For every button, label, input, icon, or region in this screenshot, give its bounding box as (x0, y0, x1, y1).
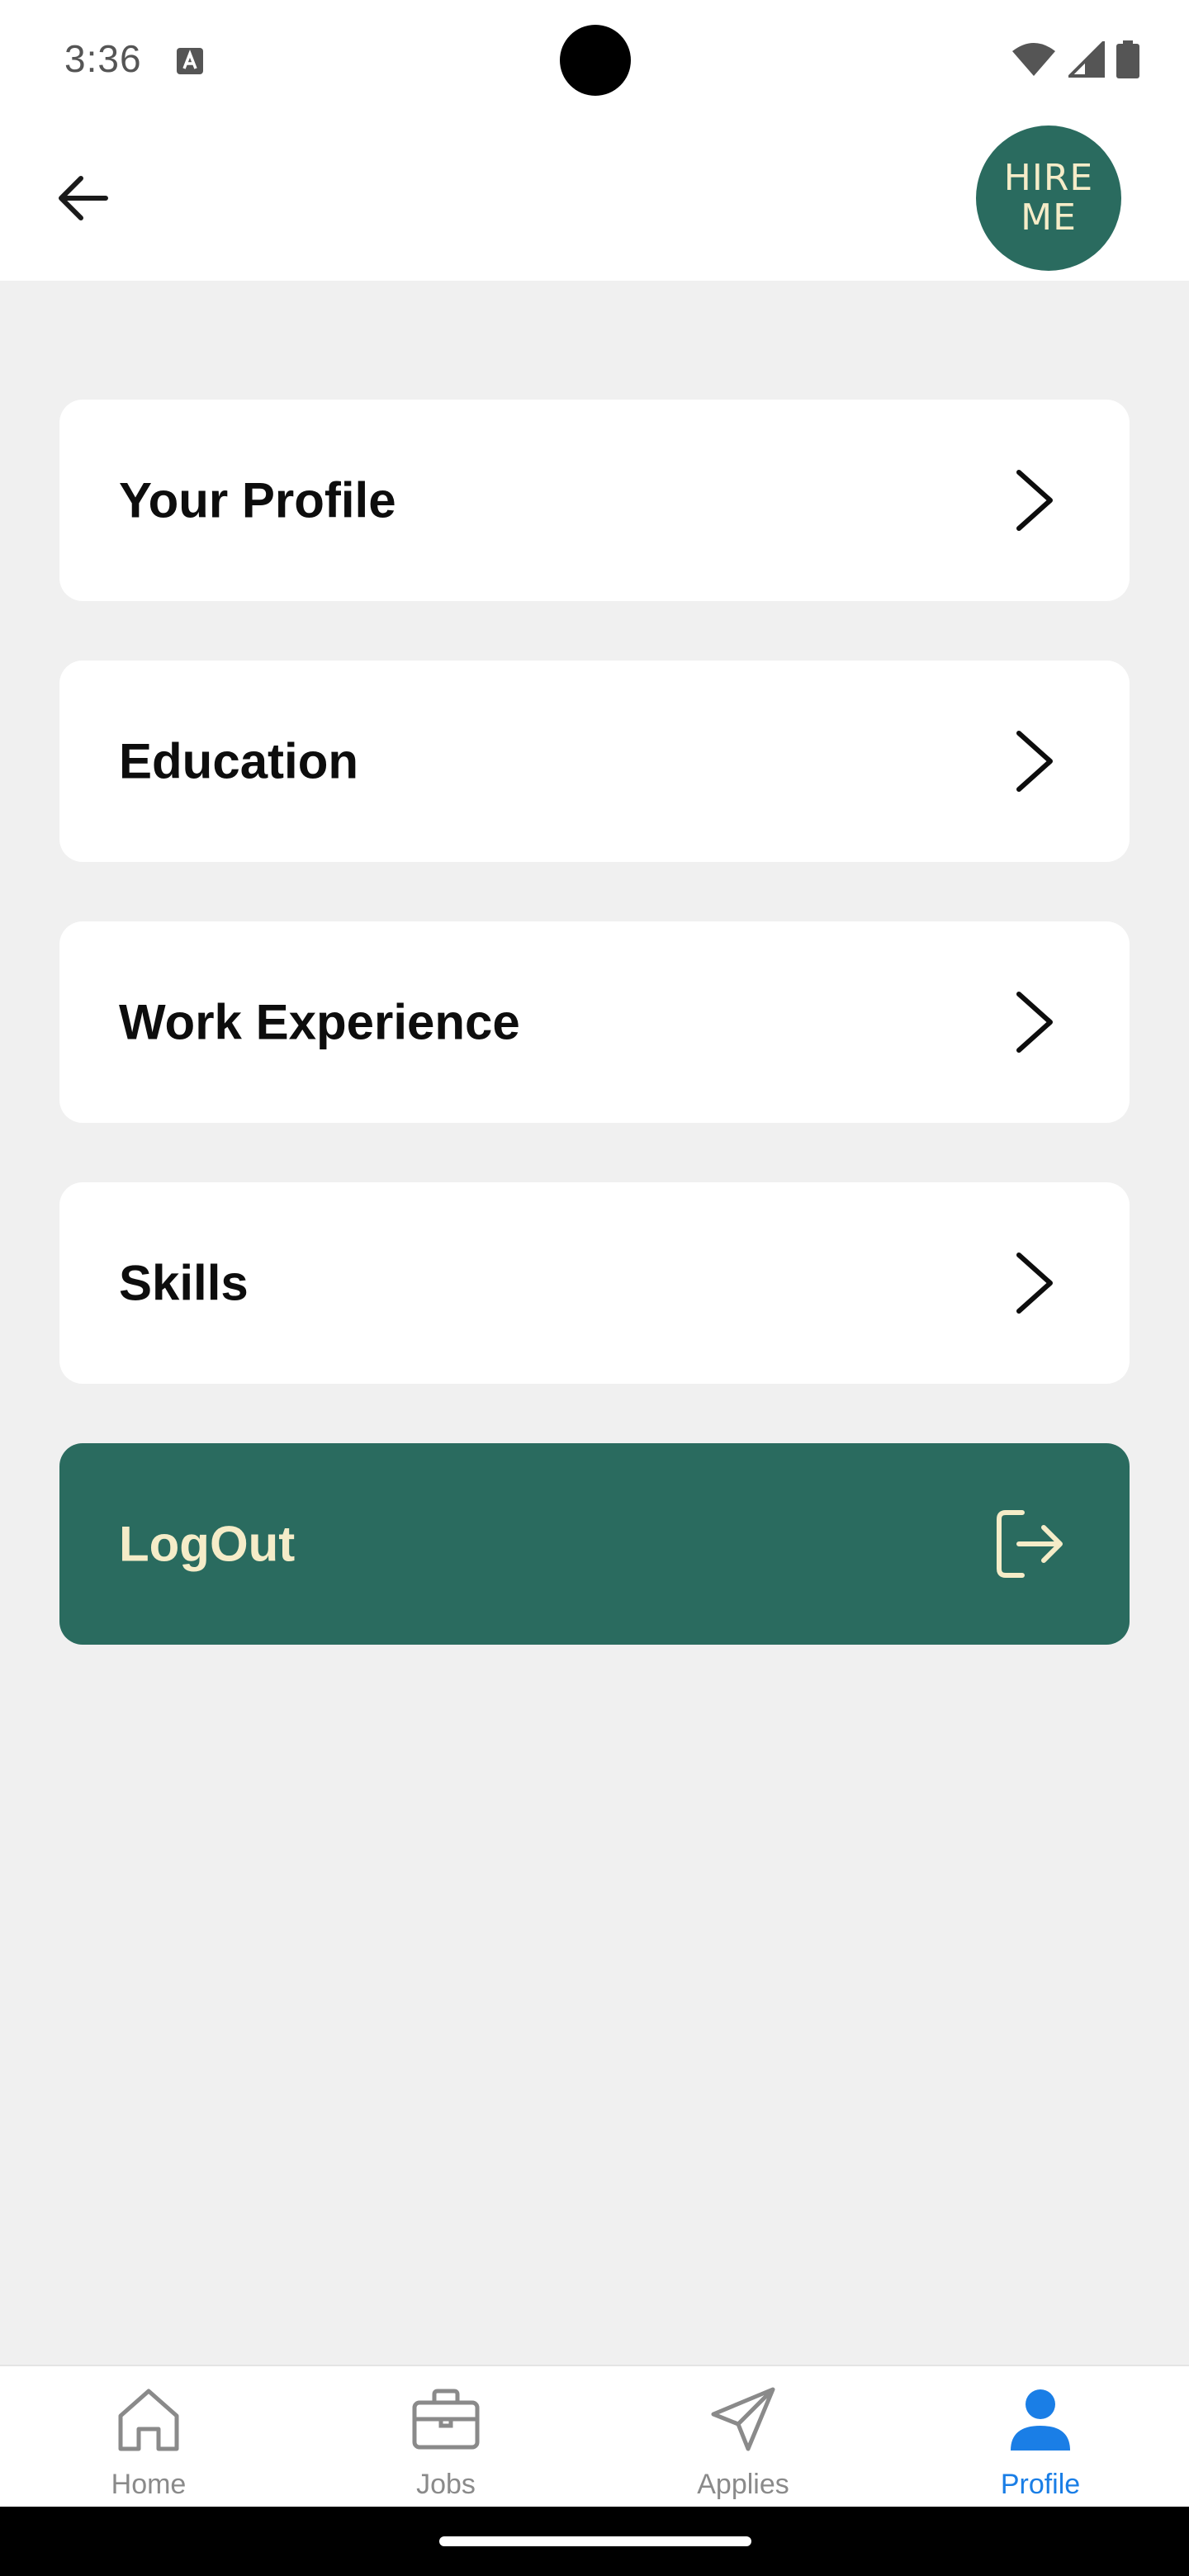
nav-item-profile[interactable]: Profile (892, 2366, 1189, 2507)
logo-line-2: ME (1021, 197, 1077, 239)
system-navigation-bar (0, 2507, 1189, 2576)
chevron-right-icon (1016, 1252, 1053, 1314)
nav-item-home[interactable]: Home (0, 2366, 297, 2507)
send-icon (711, 2387, 775, 2451)
status-bar: 3:36 (0, 0, 1189, 116)
app-bar: HIRE ME (0, 116, 1189, 281)
profile-menu: Your Profile Education Work Experience S… (59, 400, 1130, 1704)
logout-button[interactable]: LogOut (59, 1443, 1130, 1645)
camera-cutout (560, 25, 631, 96)
nav-item-applies[interactable]: Applies (594, 2366, 892, 2507)
nav-label: Home (111, 2469, 187, 2500)
logout-icon (997, 1510, 1063, 1578)
menu-item-your-profile[interactable]: Your Profile (59, 400, 1130, 601)
chevron-right-icon (1016, 470, 1053, 531)
nav-label: Applies (697, 2469, 789, 2500)
menu-item-education[interactable]: Education (59, 661, 1130, 862)
menu-item-skills[interactable]: Skills (59, 1182, 1130, 1384)
logo-line-1: HIRE (1003, 157, 1094, 199)
profile-settings-screen: 3:36 HIRE ME Your Profile Education Work… (0, 0, 1189, 2576)
battery-icon (1116, 40, 1139, 78)
signal-icon (1068, 41, 1105, 78)
menu-item-label: Skills (119, 1255, 249, 1311)
arrow-left-icon (59, 176, 108, 220)
menu-item-label: Education (119, 733, 359, 789)
home-gesture-handle[interactable] (439, 2536, 751, 2546)
status-icons (1011, 40, 1139, 79)
chevron-right-icon (1016, 731, 1053, 792)
logout-label: LogOut (119, 1516, 296, 1572)
nav-item-jobs[interactable]: Jobs (297, 2366, 594, 2507)
home-icon (118, 2389, 179, 2451)
menu-item-work-experience[interactable]: Work Experience (59, 921, 1130, 1123)
briefcase-icon (412, 2389, 480, 2450)
bottom-navigation: Home Jobs Applies Profile (0, 2365, 1189, 2507)
chevron-right-icon (1016, 992, 1053, 1053)
menu-item-label: Your Profile (119, 472, 396, 528)
status-time: 3:36 (64, 37, 142, 80)
back-button[interactable] (46, 162, 119, 234)
menu-item-label: Work Experience (119, 994, 520, 1050)
wifi-icon (1012, 43, 1055, 76)
nav-label: Profile (1000, 2469, 1081, 2500)
nav-label: Jobs (416, 2469, 476, 2500)
person-icon (1011, 2389, 1070, 2451)
keyboard-notification-icon (177, 48, 203, 74)
hire-me-logo: HIRE ME (976, 125, 1121, 271)
